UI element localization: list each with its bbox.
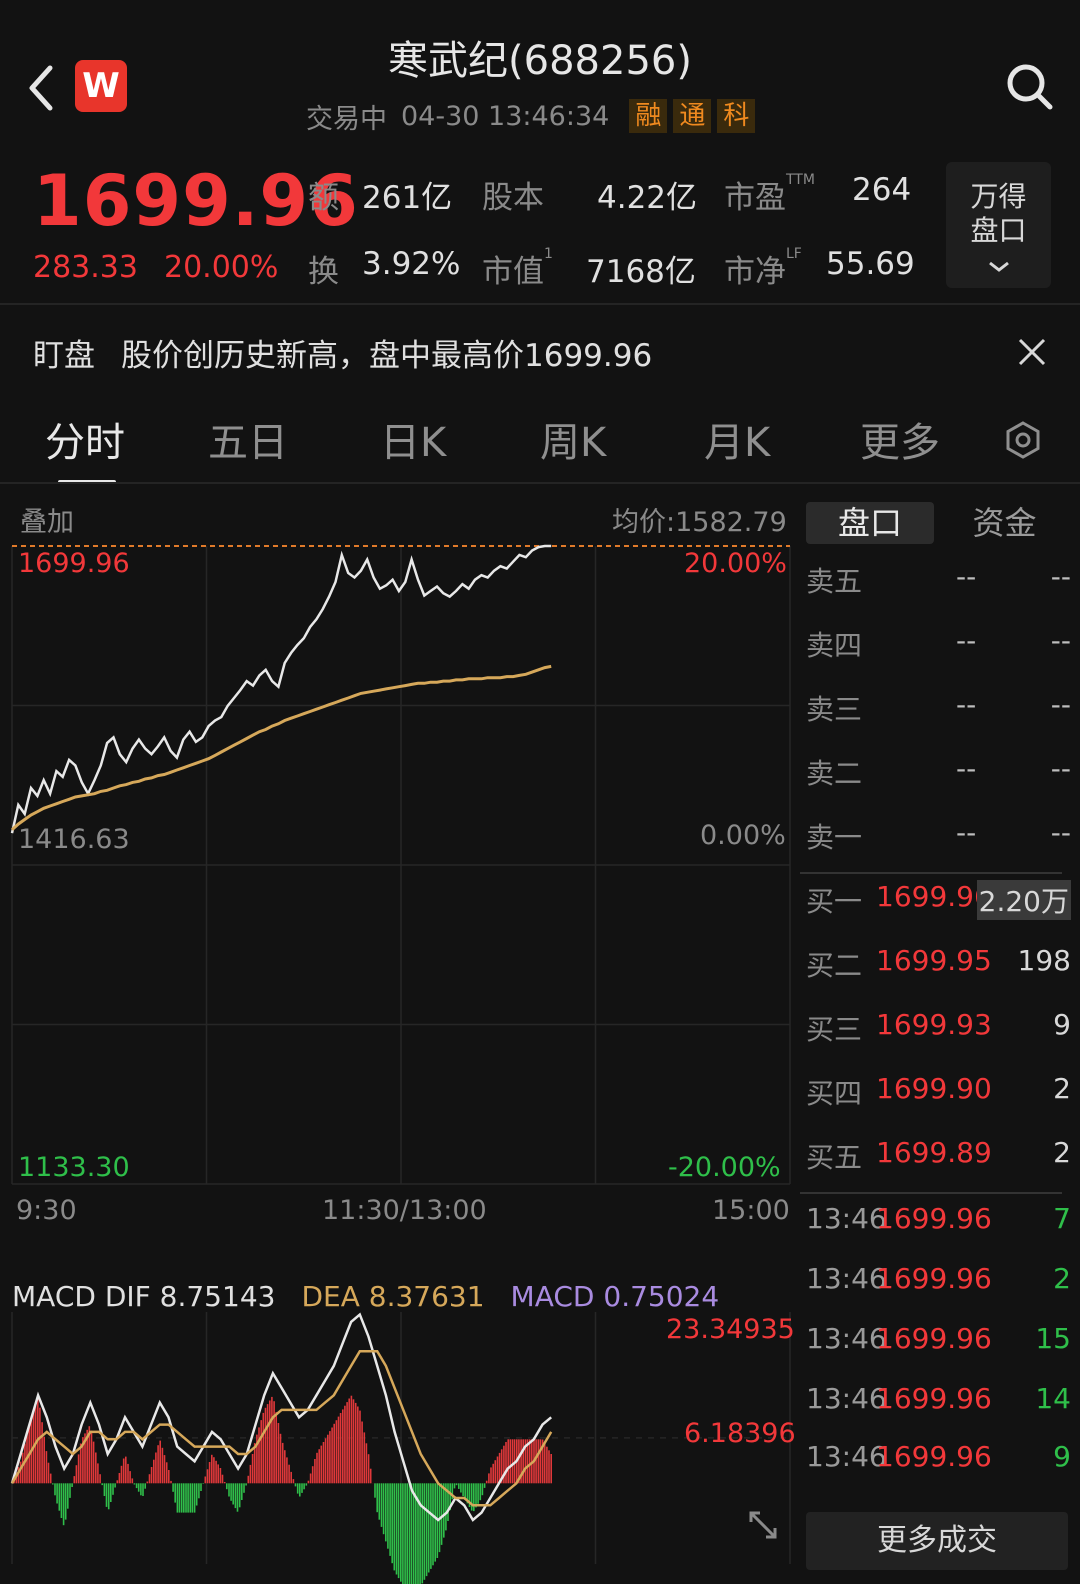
alert-label: 盯盘 xyxy=(33,338,95,374)
margin-tag: 融 xyxy=(629,99,668,133)
divider xyxy=(800,872,1062,874)
macd-dif-line xyxy=(10,1312,553,1522)
market-cap-label: 市值1 xyxy=(482,246,553,290)
tab-more[interactable]: 更多 xyxy=(860,410,940,468)
pe-label: 市盈TTM xyxy=(724,172,815,216)
x-label-open: 9:30 xyxy=(16,1195,77,1226)
tab-monthly-k[interactable]: 月K xyxy=(704,410,770,468)
pb-label: 市净LF xyxy=(724,246,802,290)
macd-legend: MACD DIF 8.75143 DEA 8.37631 MACD 0.7502… xyxy=(12,1280,719,1313)
intraday-chart[interactable] xyxy=(0,490,800,1584)
bid-row-5: 买五 1699.89 2 xyxy=(806,1136,1071,1174)
connect-tag: 通 xyxy=(673,99,712,133)
trading-datetime: 04-30 13:46:34 xyxy=(401,100,610,132)
wind-orderbook-label-1: 万得 xyxy=(970,180,1027,213)
trade-row: 13:46 1699.96 14 xyxy=(806,1382,1071,1415)
ask-row-5: 卖五 -- -- xyxy=(806,560,1071,598)
macd-mid-label: 6.18396 xyxy=(684,1418,796,1449)
y-label-high: 1699.96 xyxy=(18,548,130,579)
turnover-rate-value: 3.92% xyxy=(362,246,461,282)
ask-row-2: 卖二 -- -- xyxy=(806,752,1071,790)
trade-row: 13:46 1699.96 7 xyxy=(806,1202,1071,1235)
pb-value: 55.69 xyxy=(826,246,915,282)
ask-row-3: 卖三 -- -- xyxy=(806,688,1071,726)
price-change: 283.33 xyxy=(33,250,138,285)
tab-capital-flow[interactable]: 资金 xyxy=(938,502,1071,544)
y-right-label-mid: 0.00% xyxy=(700,820,786,851)
tab-five-day[interactable]: 五日 xyxy=(208,410,288,468)
trade-row: 13:46 1699.96 9 xyxy=(806,1440,1071,1473)
macd-dif-label: MACD DIF 8.75143 xyxy=(12,1280,276,1313)
trading-status-row: 交易中 04-30 13:46:34 融 通 科 xyxy=(306,96,756,136)
settings-icon[interactable] xyxy=(1003,420,1043,460)
close-icon[interactable] xyxy=(1017,337,1047,367)
search-icon[interactable] xyxy=(1005,62,1055,112)
wind-orderbook-label-2: 盘口 xyxy=(970,214,1027,247)
trade-row: 13:46 1699.96 15 xyxy=(806,1322,1071,1355)
tab-weekly-k[interactable]: 周K xyxy=(540,410,606,468)
tab-daily-k[interactable]: 日K xyxy=(380,410,446,468)
expand-icon[interactable] xyxy=(748,1510,778,1540)
star-market-tag: 科 xyxy=(717,99,756,133)
y-right-label-high: 20.00% xyxy=(684,548,787,579)
y-label-low: 1133.30 xyxy=(18,1152,130,1183)
share-capital-label: 股本 xyxy=(482,180,544,216)
ask-row-1: 卖一 -- -- xyxy=(806,816,1071,854)
divider xyxy=(0,482,1080,484)
trade-row: 13:46 1699.96 2 xyxy=(806,1262,1071,1295)
bid-row-2: 买二 1699.95 198 xyxy=(806,944,1071,982)
price-line xyxy=(10,544,552,834)
macd-dea-label: DEA 8.37631 xyxy=(301,1280,485,1313)
y-right-label-low: -20.00% xyxy=(668,1152,781,1183)
macd-max-label: 23.34935 xyxy=(666,1314,795,1345)
bid-row-3: 买三 1699.93 9 xyxy=(806,1008,1071,1046)
pe-value: 264 xyxy=(852,172,912,208)
turnover-label: 额 xyxy=(308,180,339,216)
turnover-rate-label: 换 xyxy=(308,254,339,290)
x-label-midday: 11:30/13:00 xyxy=(322,1195,487,1226)
macd-value-label: MACD 0.75024 xyxy=(510,1280,720,1313)
turnover-value: 261亿 xyxy=(362,180,453,216)
price-alert[interactable]: 盯盘 股价创历史新高，盘中最高价1699.96 xyxy=(33,330,652,375)
tab-order-book[interactable]: 盘口 xyxy=(806,502,934,544)
trading-status: 交易中 xyxy=(306,103,387,135)
page-title: 寒武纪(688256) xyxy=(388,38,692,84)
divider xyxy=(0,303,1080,305)
chevron-down-icon xyxy=(988,261,1009,272)
ask-row-4: 卖四 -- -- xyxy=(806,624,1071,662)
more-trades-button[interactable]: 更多成交 xyxy=(806,1512,1068,1570)
market-cap-value: 7168亿 xyxy=(586,254,696,290)
wind-orderbook-button[interactable]: 万得 盘口 xyxy=(946,162,1051,288)
tab-intraday[interactable]: 分时 xyxy=(45,410,125,468)
bid-row-4: 买四 1699.90 2 xyxy=(806,1072,1071,1110)
price-change-pct: 20.00% xyxy=(164,250,279,285)
y-label-mid: 1416.63 xyxy=(18,824,130,855)
x-label-close: 15:00 xyxy=(712,1195,790,1226)
divider xyxy=(800,1192,1062,1194)
alert-text: 股价创历史新高，盘中最高价1699.96 xyxy=(121,338,653,374)
share-capital-value: 4.22亿 xyxy=(597,180,698,216)
bid-row-1: 买一 1699.96 2.20万 xyxy=(806,880,1071,920)
average-price-line xyxy=(11,664,552,831)
